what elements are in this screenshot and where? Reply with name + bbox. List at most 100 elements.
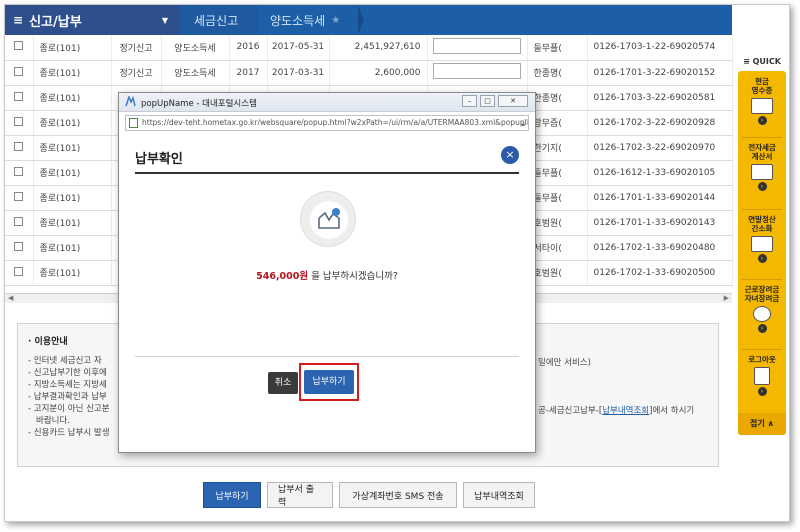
table-cell bbox=[5, 185, 34, 211]
divider bbox=[742, 137, 782, 138]
sms-account-button[interactable]: 가상계좌번호 SMS 전송 bbox=[339, 482, 457, 508]
address-bar[interactable]: https://dev-teht.hometax.go.kr/websquare… bbox=[125, 115, 529, 131]
cell-office: 종로(101) bbox=[33, 185, 112, 211]
table-cell bbox=[5, 85, 34, 111]
cell-date: 2017-05-31 bbox=[267, 35, 330, 61]
breadcrumb-item-capital-gains[interactable]: 양도소득세 ★ bbox=[258, 5, 364, 35]
payment-history-button[interactable]: 납부내역조회 bbox=[463, 482, 535, 508]
cell-report-type: 정기신고 bbox=[111, 35, 162, 61]
cell-payment-no: 0126-1701-3-22-69020152 bbox=[587, 60, 733, 86]
table-cell bbox=[5, 135, 34, 161]
cell-office: 종로(101) bbox=[33, 85, 112, 111]
arrow-right-icon: › bbox=[757, 324, 767, 333]
lock-icon: 🔒︎ bbox=[521, 120, 525, 128]
cell-tax-type: 양도소득세 bbox=[161, 60, 230, 86]
cell-payment-no: 0126-1703-1-22-69020574 bbox=[587, 35, 733, 61]
divider bbox=[135, 356, 519, 357]
breadcrumb-label: 세금신고 bbox=[194, 13, 239, 28]
favorite-star-icon[interactable]: ★ bbox=[331, 15, 340, 26]
message-text: 을 납부하시겠습니까? bbox=[308, 271, 398, 282]
action-buttons: 납부하기 납부서 출력 가상계좌번호 SMS 전송 납부내역조회 bbox=[203, 482, 535, 508]
scroll-left-icon[interactable]: ◀ bbox=[8, 294, 13, 302]
table-cell bbox=[5, 160, 34, 186]
invoice-icon bbox=[751, 164, 773, 180]
row-checkbox[interactable] bbox=[14, 241, 24, 251]
quick-item-e-invoice[interactable]: 전자세금 계산서 › bbox=[738, 143, 786, 191]
cell-office: 종로(101) bbox=[33, 235, 112, 261]
table-cell bbox=[427, 35, 528, 61]
menu-dropdown[interactable]: ≡ 신고/납부 ▼ bbox=[5, 5, 180, 35]
table-cell bbox=[5, 35, 34, 61]
lock-icon bbox=[754, 367, 770, 385]
quick-item-label: 근로장려금 자녀장려금 bbox=[744, 285, 780, 303]
breadcrumb-bar: ≡ 신고/납부 ▼ 세금신고 양도소득세 ★ bbox=[5, 5, 732, 35]
popup-message: 546,000원 을 납부하시겠습니까? bbox=[119, 268, 535, 282]
cancel-button[interactable]: 취소 bbox=[268, 372, 298, 394]
pay-button[interactable]: 납부하기 bbox=[203, 482, 261, 508]
row-checkbox[interactable] bbox=[14, 66, 24, 76]
cell-name: 호범원( bbox=[527, 260, 588, 286]
quick-menu-title: ≡ QUICK bbox=[743, 57, 781, 66]
print-bill-button[interactable]: 납부서 출력 bbox=[267, 482, 333, 508]
row-checkbox[interactable] bbox=[14, 116, 24, 126]
amount-input[interactable] bbox=[433, 63, 521, 79]
divider bbox=[742, 279, 782, 280]
cell-office: 종로(101) bbox=[33, 210, 112, 236]
cell-payment-no: 0126-1702-1-33-69020480 bbox=[587, 235, 733, 261]
guide-line-tail: 일에만 서비스) bbox=[538, 358, 591, 368]
popup-close-button[interactable]: × bbox=[501, 146, 519, 164]
quick-item-logout[interactable]: 로그아웃 › bbox=[738, 355, 786, 396]
cell-name: 한기지( bbox=[527, 135, 588, 161]
maximize-button[interactable]: □ bbox=[480, 95, 495, 107]
cell-payment-no: 0126-1703-3-22-69020581 bbox=[587, 85, 733, 111]
cell-payment-no: 0126-1701-1-33-69020144 bbox=[587, 185, 733, 211]
table-cell bbox=[5, 210, 34, 236]
url-text: https://dev-teht.hometax.go.kr/websquare… bbox=[142, 118, 529, 127]
cell-amount: 2,451,927,610 bbox=[329, 35, 428, 61]
quick-item-incentive[interactable]: 근로장려금 자녀장려금 › bbox=[738, 285, 786, 333]
quick-item-year-end[interactable]: 연말정산 간소화 › bbox=[738, 215, 786, 263]
popup-window-title: popUpName - 대내포털시스템 bbox=[141, 99, 257, 109]
row-checkbox[interactable] bbox=[14, 216, 24, 226]
receipt-icon bbox=[751, 98, 773, 114]
cell-report-type: 정기신고 bbox=[111, 60, 162, 86]
scroll-right-icon[interactable]: ▶ bbox=[724, 294, 729, 302]
payment-amount: 546,000원 bbox=[256, 271, 309, 282]
minimize-button[interactable]: – bbox=[462, 95, 477, 107]
row-checkbox[interactable] bbox=[14, 91, 24, 101]
table-cell bbox=[427, 60, 528, 86]
popup-heading: 납부확인 bbox=[135, 152, 183, 167]
arrow-right-icon: › bbox=[757, 254, 767, 263]
row-checkbox[interactable] bbox=[14, 166, 24, 176]
breadcrumb-item-tax-report[interactable]: 세금신고 bbox=[180, 5, 264, 35]
cell-name: 광무즘( bbox=[527, 110, 588, 136]
cell-office: 종로(101) bbox=[33, 35, 112, 61]
row-checkbox[interactable] bbox=[14, 141, 24, 151]
cell-year: 2017 bbox=[229, 60, 268, 86]
cell-payment-no: 0126-1702-3-22-69020928 bbox=[587, 110, 733, 136]
cell-office: 종로(101) bbox=[33, 60, 112, 86]
window-close-button[interactable]: ✕ bbox=[498, 95, 528, 107]
guide-line-tail: 공-세금신고납부-[납부내역조회]에서 하시기 bbox=[538, 404, 694, 416]
table-row[interactable]: 종로(101) 정기신고 양도소득세 2017 2017-03-31 2,600,000 한… bbox=[5, 60, 733, 86]
row-checkbox[interactable] bbox=[14, 41, 24, 51]
row-checkbox[interactable] bbox=[14, 266, 24, 276]
confirm-pay-button[interactable]: 납부하기 bbox=[304, 370, 354, 394]
popup-titlebar: popUpName - 대내포털시스템 – □ ✕ bbox=[119, 93, 535, 112]
payment-history-link[interactable]: 납부내역조회 bbox=[602, 406, 649, 416]
breadcrumb-separator bbox=[358, 5, 364, 35]
quick-fold-button[interactable]: 접기 ∧ bbox=[738, 413, 786, 435]
cell-office: 종로(101) bbox=[33, 110, 112, 136]
quick-item-cash-receipt[interactable]: 현금 영수증 › bbox=[738, 77, 786, 125]
quick-item-label: 로그아웃 bbox=[748, 355, 776, 364]
arrow-right-icon: › bbox=[757, 182, 767, 191]
table-cell bbox=[5, 60, 34, 86]
cell-tax-type: 양도소득세 bbox=[161, 35, 230, 61]
cell-name: 한종명( bbox=[527, 85, 588, 111]
amount-input[interactable] bbox=[433, 37, 521, 54]
row-checkbox[interactable] bbox=[14, 191, 24, 201]
table-cell bbox=[5, 260, 34, 286]
payment-icon-inner bbox=[310, 201, 348, 239]
table-row[interactable]: 종로(101) 정기신고 양도소득세 2016 2017-05-31 2,451,927,… bbox=[5, 35, 733, 61]
table-cell bbox=[5, 110, 34, 136]
